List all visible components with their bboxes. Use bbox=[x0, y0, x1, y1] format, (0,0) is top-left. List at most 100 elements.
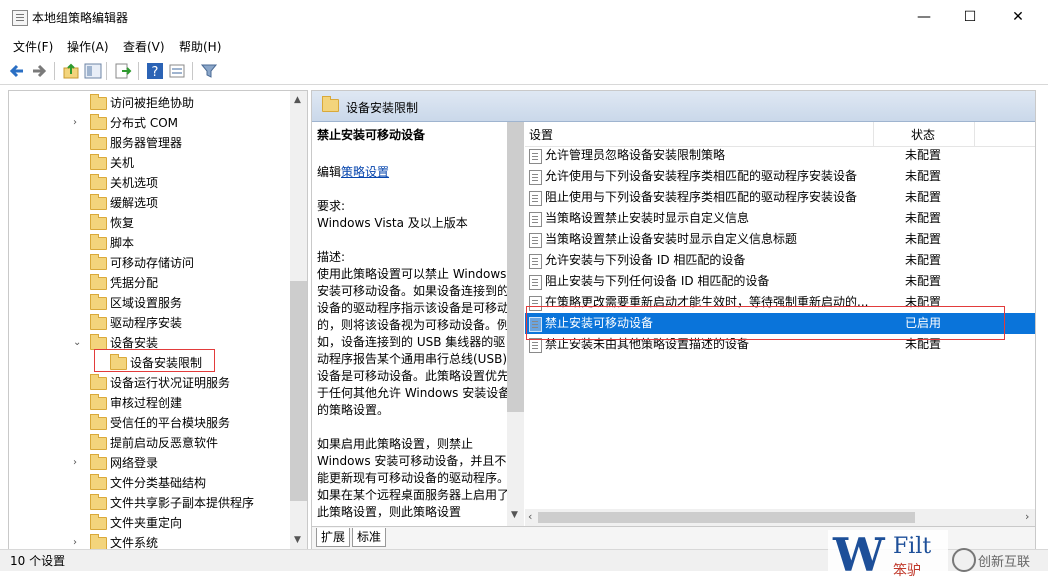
scroll-right-icon[interactable]: › bbox=[1025, 510, 1029, 523]
collapse-arrow-icon[interactable]: ⌄ bbox=[73, 333, 81, 353]
close-button[interactable]: ✕ bbox=[995, 0, 1041, 34]
description-label: 描述: bbox=[317, 250, 346, 264]
scroll-left-icon[interactable]: ‹ bbox=[528, 510, 532, 523]
window-title: 本地组策略编辑器 bbox=[32, 11, 129, 25]
column-separator[interactable] bbox=[873, 122, 874, 146]
tree-item-label: 审核过程创建 bbox=[110, 396, 183, 410]
help-icon[interactable]: ? bbox=[146, 62, 164, 80]
column-setting[interactable]: 设置 bbox=[529, 126, 553, 143]
list-row[interactable]: 当策略设置禁止设备安装时显示自定义信息标题 未配置 bbox=[525, 229, 1035, 250]
column-state[interactable]: 状态 bbox=[911, 126, 935, 143]
tree-item[interactable]: 区域设置服务 bbox=[9, 293, 289, 313]
show-tree-icon[interactable] bbox=[84, 62, 102, 80]
tree-item[interactable]: 服务器管理器 bbox=[9, 133, 289, 153]
tree-item[interactable]: › 分布式 COM bbox=[9, 113, 289, 133]
folder-icon bbox=[90, 434, 107, 450]
tree-item-label: 服务器管理器 bbox=[110, 136, 183, 150]
tree-item[interactable]: 恢复 bbox=[9, 213, 289, 233]
app-icon bbox=[12, 10, 28, 26]
setting-state: 未配置 bbox=[905, 253, 942, 267]
policy-setting-icon bbox=[529, 212, 542, 227]
tree-item-label: 关机 bbox=[110, 156, 135, 170]
tree-item-label: 可移动存储访问 bbox=[110, 256, 195, 270]
list-horizontal-scrollbar[interactable]: ‹ › bbox=[525, 509, 1035, 526]
setting-name: 阻止使用与下列设备安装程序类相匹配的驱动程序安装设备 bbox=[545, 190, 858, 204]
maximize-button[interactable]: ☐ bbox=[947, 0, 993, 34]
edit-prefix: 编辑 bbox=[317, 165, 342, 179]
description-scroll-thumb[interactable] bbox=[507, 122, 524, 412]
tree-item[interactable]: 脚本 bbox=[9, 233, 289, 253]
setting-name: 当策略设置禁止安装时显示自定义信息 bbox=[545, 211, 750, 225]
menu-view[interactable]: 查看(V) bbox=[123, 38, 165, 55]
tree-item[interactable]: 文件共享影子副本提供程序 bbox=[9, 493, 289, 513]
tree-item[interactable]: 关机选项 bbox=[9, 173, 289, 193]
tree-item[interactable]: 凭据分配 bbox=[9, 273, 289, 293]
menu-action[interactable]: 操作(A) bbox=[67, 38, 109, 55]
watermark-icon bbox=[952, 548, 976, 572]
category-header: 设备安装限制 bbox=[312, 91, 1035, 122]
list-scroll-thumb[interactable] bbox=[538, 512, 915, 523]
tree-item-label: 缓解选项 bbox=[110, 196, 159, 210]
scroll-up-icon[interactable]: ▲ bbox=[294, 95, 301, 105]
edit-line: 编辑策略设置 bbox=[317, 164, 511, 181]
title-bar bbox=[0, 0, 1048, 34]
expand-arrow-icon[interactable]: › bbox=[73, 453, 77, 473]
folder-icon bbox=[90, 274, 107, 290]
folder-icon bbox=[90, 194, 107, 210]
tree-item-label: 文件共享影子副本提供程序 bbox=[110, 496, 255, 510]
tree-item[interactable]: 缓解选项 bbox=[9, 193, 289, 213]
tree-scrollbar[interactable]: ▲ ▼ bbox=[290, 91, 307, 550]
up-folder-icon[interactable] bbox=[62, 62, 80, 80]
expand-arrow-icon[interactable]: › bbox=[73, 113, 77, 133]
tree-item[interactable]: 受信任的平台模块服务 bbox=[9, 413, 289, 433]
column-separator[interactable] bbox=[974, 122, 975, 146]
tree-item[interactable]: 文件分类基础结构 bbox=[9, 473, 289, 493]
folder-icon bbox=[90, 174, 107, 190]
properties-icon[interactable] bbox=[168, 62, 186, 80]
tree-scroll-thumb[interactable] bbox=[290, 281, 307, 501]
scroll-down-icon[interactable]: ▼ bbox=[294, 535, 301, 545]
setting-name: 当策略设置禁止设备安装时显示自定义信息标题 bbox=[545, 232, 798, 246]
policy-setting-icon bbox=[529, 149, 542, 164]
menu-file[interactable]: 文件(F) bbox=[13, 38, 53, 55]
scroll-down-icon[interactable]: ▼ bbox=[511, 510, 518, 520]
policy-setting-icon bbox=[529, 233, 542, 248]
list-row[interactable]: 允许使用与下列设备安装程序类相匹配的驱动程序安装设备 未配置 bbox=[525, 166, 1035, 187]
list-row[interactable]: 允许管理员忽略设备安装限制策略 未配置 bbox=[525, 145, 1035, 166]
tree-item[interactable]: › 网络登录 bbox=[9, 453, 289, 473]
tree-item[interactable]: 驱动程序安装 bbox=[9, 313, 289, 333]
setting-state: 未配置 bbox=[905, 232, 942, 246]
tree-item[interactable]: 文件夹重定向 bbox=[9, 513, 289, 533]
tree-item[interactable]: 访问被拒绝协助 bbox=[9, 93, 289, 113]
list-row[interactable]: 当策略设置禁止安装时显示自定义信息 未配置 bbox=[525, 208, 1035, 229]
export-list-icon[interactable] bbox=[114, 62, 132, 80]
tree-item[interactable]: 提前启动反恶意软件 bbox=[9, 433, 289, 453]
list-row[interactable]: 允许安装与下列设备 ID 相匹配的设备 未配置 bbox=[525, 250, 1035, 271]
setting-state: 未配置 bbox=[905, 274, 942, 288]
navigation-tree[interactable]: 访问被拒绝协助 › 分布式 COM 服务器管理器 关机关机选项缓解选项恢复 脚本可移动存储… bbox=[8, 90, 308, 551]
tab-extended[interactable]: 扩展 bbox=[316, 528, 351, 547]
description-scrollbar[interactable]: ▼ bbox=[507, 122, 524, 526]
edit-policy-link[interactable]: 策略设置 bbox=[341, 165, 389, 179]
tree-item[interactable]: 审核过程创建 bbox=[9, 393, 289, 413]
tree-item[interactable]: 设备运行状况证明服务 bbox=[9, 373, 289, 393]
list-row[interactable]: 阻止使用与下列设备安装程序类相匹配的驱动程序安装设备 未配置 bbox=[525, 187, 1035, 208]
tree-item[interactable]: 关机 bbox=[9, 153, 289, 173]
setting-state: 未配置 bbox=[905, 169, 942, 183]
minimize-button[interactable]: — bbox=[901, 0, 947, 34]
back-icon[interactable] bbox=[8, 62, 26, 80]
toolbar-separator bbox=[192, 62, 193, 80]
policy-setting-icon bbox=[529, 254, 542, 269]
tree-item-label: 区域设置服务 bbox=[110, 296, 183, 310]
tree-item-label: 设备运行状况证明服务 bbox=[110, 376, 231, 390]
tab-standard[interactable]: 标准 bbox=[352, 528, 387, 547]
requirements-value: Windows Vista 及以上版本 bbox=[317, 216, 468, 230]
policy-setting-icon bbox=[529, 338, 542, 353]
menu-help[interactable]: 帮助(H) bbox=[179, 38, 221, 55]
folder-icon bbox=[90, 234, 107, 250]
filter-icon[interactable] bbox=[200, 62, 218, 80]
list-row[interactable]: 阻止安装与下列任何设备 ID 相匹配的设备 未配置 bbox=[525, 271, 1035, 292]
forward-icon[interactable] bbox=[30, 62, 48, 80]
folder-icon bbox=[90, 314, 107, 330]
tree-item[interactable]: 可移动存储访问 bbox=[9, 253, 289, 273]
